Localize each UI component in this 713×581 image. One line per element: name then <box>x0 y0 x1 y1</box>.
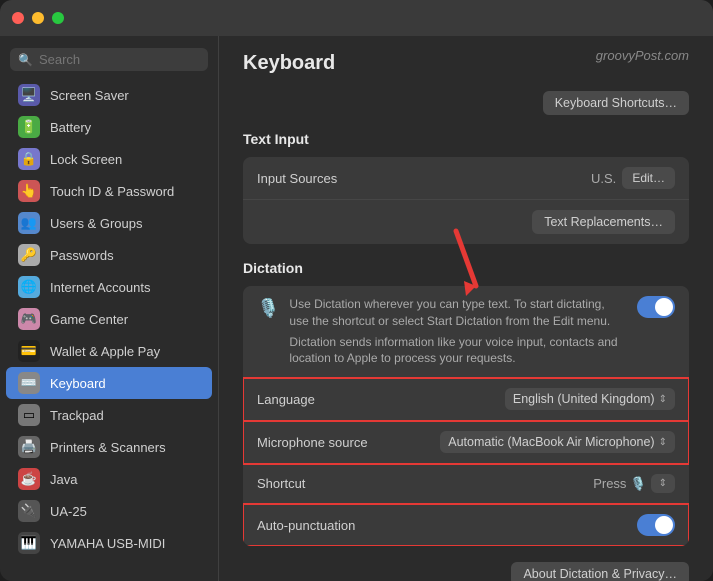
keyboard-shortcuts-button[interactable]: Keyboard Shortcuts… <box>543 91 689 115</box>
dictation-block: 🎙️ Use Dictation wherever you can type t… <box>243 286 689 546</box>
java-icon: ☕ <box>18 468 40 490</box>
input-sources-row: Input Sources U.S. Edit… <box>243 157 689 200</box>
keyboard-icon: ⌨️ <box>18 372 40 394</box>
sidebar-item-passwords[interactable]: 🔑 Passwords <box>6 239 212 271</box>
sidebar-item-printers-scanners[interactable]: 🖨️ Printers & Scanners <box>6 431 212 463</box>
sidebar-item-yamaha-midi[interactable]: 🎹 YAMAHA USB-MIDI <box>6 527 212 559</box>
search-box[interactable]: 🔍 <box>10 48 208 71</box>
input-sources-value: U.S. Edit… <box>591 167 675 189</box>
dictation-sub-text: Dictation sends information like your vo… <box>289 334 627 368</box>
sidebar-item-label: UA-25 <box>50 504 87 519</box>
users-groups-icon: 👥 <box>18 212 40 234</box>
panel: Keyboard groovyPost.com Keyboard Shortcu… <box>218 36 713 581</box>
input-sources-label: Input Sources <box>257 171 337 186</box>
sidebar-item-label: Passwords <box>50 248 114 263</box>
search-input[interactable] <box>39 52 200 67</box>
printers-icon: 🖨️ <box>18 436 40 458</box>
sidebar-item-java[interactable]: ☕ Java <box>6 463 212 495</box>
microphone-source-value: Automatic (MacBook Air Microphone) <box>448 435 654 449</box>
sidebar-item-internet-accounts[interactable]: 🌐 Internet Accounts <box>6 271 212 303</box>
sidebar-item-label: Java <box>50 472 77 487</box>
shortcut-select[interactable]: ⇕ <box>651 474 675 493</box>
game-center-icon: 🎮 <box>18 308 40 330</box>
text-input-title: Text Input <box>243 131 689 147</box>
wallet-icon: 💳 <box>18 340 40 362</box>
search-icon: 🔍 <box>18 53 33 67</box>
dictation-desc-row: 🎙️ Use Dictation wherever you can type t… <box>243 286 689 378</box>
internet-accounts-icon: 🌐 <box>18 276 40 298</box>
text-replacements-button[interactable]: Text Replacements… <box>532 210 675 234</box>
shortcut-press: Press <box>593 476 626 491</box>
sidebar-item-trackpad[interactable]: ▭ Trackpad <box>6 399 212 431</box>
microphone-icon: 🎙️ <box>257 298 279 319</box>
microphone-source-select[interactable]: Automatic (MacBook Air Microphone) ⇕ <box>440 431 675 453</box>
text-replacements-row: Text Replacements… <box>243 200 689 244</box>
sidebar-item-label: Wallet & Apple Pay <box>50 344 160 359</box>
language-row: Language English (United Kingdom) ⇕ <box>243 378 689 421</box>
sidebar-item-lock-screen[interactable]: 🔒 Lock Screen <box>6 143 212 175</box>
passwords-icon: 🔑 <box>18 244 40 266</box>
sidebar: 🔍 🖥️ Screen Saver 🔋 Battery 🔒 Lock Scree… <box>0 36 218 581</box>
sidebar-item-label: Users & Groups <box>50 216 142 231</box>
sidebar-item-touch-id[interactable]: 👆 Touch ID & Password <box>6 175 212 207</box>
auto-punctuation-label: Auto-punctuation <box>257 518 355 533</box>
window: 🔍 🖥️ Screen Saver 🔋 Battery 🔒 Lock Scree… <box>0 0 713 581</box>
auto-punctuation-toggle[interactable] <box>637 514 675 536</box>
language-value: English (United Kingdom) <box>513 392 655 406</box>
dictation-toggle[interactable] <box>637 296 675 318</box>
shortcut-mic-icon: 🎙️ <box>630 476 646 492</box>
sidebar-item-label: Battery <box>50 120 91 135</box>
language-label: Language <box>257 392 315 407</box>
trackpad-icon: ▭ <box>18 404 40 426</box>
sidebar-item-wallet[interactable]: 💳 Wallet & Apple Pay <box>6 335 212 367</box>
chevron-updown-icon: ⇕ <box>659 394 667 405</box>
sidebar-item-label: Internet Accounts <box>50 280 150 295</box>
sidebar-item-label: Keyboard <box>50 376 106 391</box>
sidebar-item-label: Touch ID & Password <box>50 184 174 199</box>
screen-saver-icon: 🖥️ <box>18 84 40 106</box>
edit-button[interactable]: Edit… <box>622 167 675 189</box>
sidebar-item-game-center[interactable]: 🎮 Game Center <box>6 303 212 335</box>
lock-screen-icon: 🔒 <box>18 148 40 170</box>
auto-punctuation-row: Auto-punctuation <box>243 504 689 546</box>
microphone-source-row: Microphone source Automatic (MacBook Air… <box>243 421 689 464</box>
text-input-block: Input Sources U.S. Edit… Text Replacemen… <box>243 157 689 244</box>
sidebar-item-label: Printers & Scanners <box>50 440 166 455</box>
maximize-button[interactable] <box>52 12 64 24</box>
watermark: groovyPost.com <box>596 48 689 63</box>
dictation-title: Dictation <box>243 260 689 276</box>
sidebar-item-ua25[interactable]: 🔌 UA-25 <box>6 495 212 527</box>
dictation-main-text: Use Dictation wherever you can type text… <box>289 296 627 330</box>
language-select[interactable]: English (United Kingdom) ⇕ <box>505 388 675 410</box>
yamaha-icon: 🎹 <box>18 532 40 554</box>
ua25-icon: 🔌 <box>18 500 40 522</box>
about-dictation-row: About Dictation & Privacy… <box>243 562 689 581</box>
sidebar-item-label: Trackpad <box>50 408 104 423</box>
touch-id-icon: 👆 <box>18 180 40 202</box>
battery-icon: 🔋 <box>18 116 40 138</box>
microphone-source-label: Microphone source <box>257 435 368 450</box>
sidebar-item-battery[interactable]: 🔋 Battery <box>6 111 212 143</box>
sidebar-item-users-groups[interactable]: 👥 Users & Groups <box>6 207 212 239</box>
sidebar-item-label: Game Center <box>50 312 128 327</box>
titlebar <box>0 0 713 36</box>
keyboard-shortcuts-row: Keyboard Shortcuts… <box>243 91 689 115</box>
about-dictation-button[interactable]: About Dictation & Privacy… <box>511 562 689 581</box>
minimize-button[interactable] <box>32 12 44 24</box>
input-sources-lang: U.S. <box>591 171 616 186</box>
sidebar-item-keyboard[interactable]: ⌨️ Keyboard <box>6 367 212 399</box>
chevron-updown-icon-2: ⇕ <box>659 437 667 448</box>
sidebar-item-label: Screen Saver <box>50 88 129 103</box>
close-button[interactable] <box>12 12 24 24</box>
shortcut-value: Press 🎙️ ⇕ <box>593 474 675 493</box>
sidebar-item-label: YAMAHA USB-MIDI <box>50 536 165 551</box>
sidebar-item-screen-saver[interactable]: 🖥️ Screen Saver <box>6 79 212 111</box>
shortcut-row: Shortcut Press 🎙️ ⇕ <box>243 464 689 504</box>
main-content: 🔍 🖥️ Screen Saver 🔋 Battery 🔒 Lock Scree… <box>0 36 713 581</box>
sidebar-item-label: Lock Screen <box>50 152 122 167</box>
shortcut-label: Shortcut <box>257 476 305 491</box>
chevron-updown-icon-3: ⇕ <box>659 478 667 489</box>
